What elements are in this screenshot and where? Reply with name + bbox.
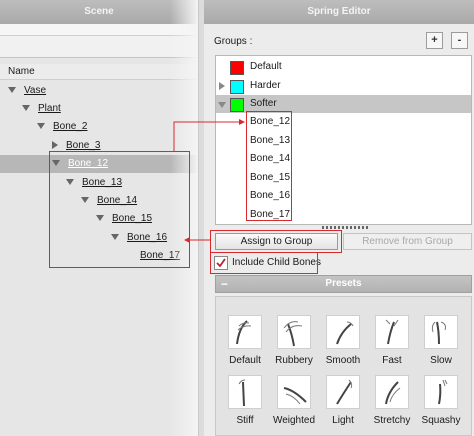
spring-smooth-icon [326, 315, 360, 349]
presets-title: Presets [325, 278, 362, 289]
preset-stretchy[interactable]: Stretchy [367, 375, 417, 427]
tree-item-bone-2[interactable]: Bone_2 [37, 118, 87, 136]
preset-light[interactable]: Light [318, 375, 368, 427]
spring-rubbery-icon [277, 315, 311, 349]
preset-smooth[interactable]: Smooth [318, 315, 368, 367]
spring-default-icon [228, 315, 262, 349]
spring-light-icon [326, 375, 360, 409]
spring-editor-title: Spring Editor [204, 0, 474, 24]
annotation-box-include-child [210, 252, 318, 274]
spring-fast-icon [375, 315, 409, 349]
annotation-box-scene-bones [49, 151, 190, 268]
remove-group-button[interactable]: - [451, 32, 468, 49]
preset-rubbery[interactable]: Rubbery [269, 315, 319, 367]
spring-stretchy-icon [375, 375, 409, 409]
scene-toolbar [0, 24, 198, 36]
annotation-box-group-bones [246, 111, 292, 221]
expand-arrow-icon[interactable] [37, 123, 45, 130]
group-row-harder[interactable]: Harder [216, 77, 471, 95]
groups-label: Groups : [214, 36, 253, 47]
annotation-box-assign-button [210, 230, 342, 253]
spring-slow-icon [424, 315, 458, 349]
collapsed-arrow-icon[interactable] [219, 82, 225, 90]
collapse-icon[interactable]: − [221, 275, 235, 293]
add-group-button[interactable]: + [426, 32, 443, 49]
expand-arrow-icon[interactable] [8, 87, 16, 94]
group-color-swatch[interactable] [230, 80, 244, 94]
spring-squashy-icon [424, 375, 458, 409]
spring-weighted-icon [277, 375, 311, 409]
preset-default[interactable]: Default [220, 315, 270, 367]
group-color-swatch[interactable] [230, 61, 244, 75]
spring-stiff-icon [228, 375, 262, 409]
tree-item-plant[interactable]: Plant [22, 100, 61, 118]
remove-from-group-button[interactable]: Remove from Group [343, 233, 472, 250]
name-column-header[interactable]: Name [0, 64, 198, 80]
preset-squashy[interactable]: Squashy [416, 375, 466, 427]
group-row-default[interactable]: Default [216, 58, 471, 76]
preset-slow[interactable]: Slow [416, 315, 466, 367]
tree-item-vase[interactable]: Vase [8, 82, 46, 100]
expand-arrow-icon[interactable] [218, 102, 226, 108]
preset-weighted[interactable]: Weighted [269, 375, 319, 427]
presets-gallery: Default Rubbery Smooth Fast Slow Stiff W… [215, 296, 472, 436]
preset-stiff[interactable]: Stiff [220, 375, 270, 427]
group-color-swatch[interactable] [230, 98, 244, 112]
scene-search-bar[interactable] [0, 36, 198, 58]
list-resize-grip[interactable] [322, 226, 370, 229]
collapsed-arrow-icon[interactable] [52, 141, 58, 150]
scene-panel-title: Scene [0, 0, 198, 24]
expand-arrow-icon[interactable] [22, 105, 30, 112]
preset-fast[interactable]: Fast [367, 315, 417, 367]
